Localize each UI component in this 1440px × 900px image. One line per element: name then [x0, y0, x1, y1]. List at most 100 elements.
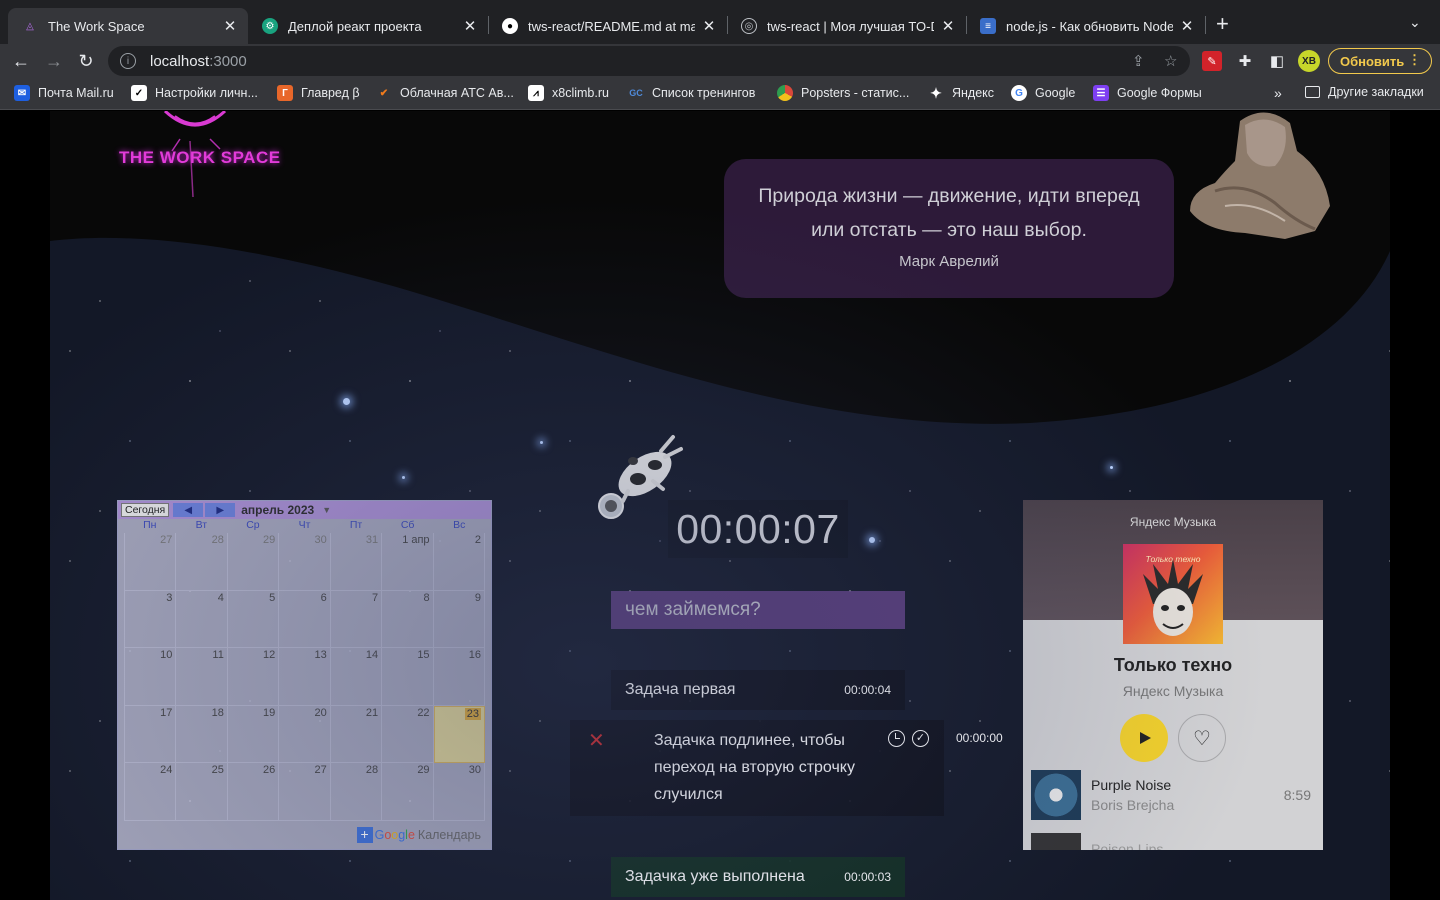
new-task-input[interactable]: чем займемся? — [611, 591, 905, 629]
tab-todo[interactable]: ◎ tws-react | Моя лучшая TO-DO ✕ — [727, 8, 966, 44]
calendar-day-number: 16 — [468, 649, 481, 662]
close-tab-icon[interactable]: ✕ — [462, 17, 478, 35]
calendar-today-button[interactable]: Сегодня — [121, 503, 170, 517]
bookmark-google[interactable]: G Google — [1011, 85, 1075, 101]
calendar-next-arrow-icon[interactable]: ▶ — [205, 503, 236, 517]
new-tab-icon[interactable]: + — [1216, 13, 1229, 35]
extensions-puzzle-icon[interactable]: ✚ — [1235, 51, 1255, 71]
track-row[interactable]: Poison Lips — [1031, 833, 1321, 850]
calendar-day-cell[interactable]: 12 — [227, 648, 280, 706]
calendar-day-cell[interactable]: 18 — [176, 705, 228, 764]
calendar-day-cell[interactable]: 29 — [382, 763, 434, 821]
calendar-day-cell[interactable]: 16 — [433, 648, 485, 706]
play-button[interactable] — [1120, 714, 1168, 762]
back-arrow-icon[interactable]: ← — [9, 49, 33, 73]
site-info-icon[interactable]: i — [120, 53, 136, 69]
calendar-day-number: 27 — [160, 534, 173, 546]
calendar-day-cell[interactable]: 27 — [125, 533, 177, 591]
calendar-day-cell[interactable]: 9 — [433, 590, 485, 649]
bookmark-x8climb[interactable]: ⩘ x8climb.ru — [528, 85, 609, 101]
bookmark-label: x8climb.ru — [552, 86, 609, 100]
calendar-day-cell[interactable]: 10 — [125, 648, 177, 706]
forward-arrow-icon[interactable]: → — [42, 49, 66, 73]
quote-text: Природа жизни — движение, идти вперед ил… — [724, 159, 1174, 247]
bookmark-trainings[interactable]: GC Список тренингов — [628, 85, 755, 101]
calendar-prev-arrow-icon[interactable]: ◀ — [173, 503, 204, 517]
update-button[interactable]: Обновить ⋮ — [1328, 48, 1432, 74]
calendar-day-cell[interactable]: 28 — [330, 763, 383, 821]
calendar-day-cell[interactable]: 23 — [433, 705, 485, 764]
tab-deploy[interactable]: ⚙ Деплой реакт проекта ✕ — [248, 8, 488, 44]
task-item-done[interactable]: Задачка уже выполнена 00:00:03 — [611, 857, 905, 897]
music-brand[interactable]: Яндекс Музыка — [1023, 515, 1323, 529]
calendar-day-cell[interactable]: 4 — [176, 590, 228, 649]
extension-red-icon[interactable]: ✎ — [1202, 51, 1222, 71]
calendar-day-cell[interactable]: 19 — [227, 705, 280, 764]
calendar-day-cell[interactable]: 2 — [433, 533, 485, 591]
calendar-day-cell[interactable]: 7 — [330, 590, 383, 649]
tab-separator — [1205, 16, 1206, 34]
calendar-day-cell[interactable]: 13 — [279, 648, 331, 706]
share-icon[interactable]: ⇪ — [1132, 52, 1145, 70]
close-tab-icon[interactable]: ✕ — [1179, 17, 1195, 35]
calendar-day-cell[interactable]: 27 — [279, 763, 331, 821]
calendar-day-cell[interactable]: 1 апр — [382, 533, 434, 591]
calendar-day-cell[interactable]: 15 — [382, 648, 434, 706]
calendar-day-cell[interactable]: 17 — [125, 705, 177, 764]
close-tab-icon[interactable]: ✕ — [222, 17, 238, 35]
tab-search-chevron-icon[interactable]: ⌄ — [1409, 14, 1421, 31]
bookmark-glavred[interactable]: Г Главред β — [277, 85, 360, 101]
close-tab-icon[interactable]: ✕ — [940, 17, 956, 35]
add-to-calendar-icon[interactable]: + — [356, 827, 373, 843]
bookmark-settings[interactable]: ✓ Настройки личн... — [131, 85, 258, 101]
calendar-day-cell[interactable]: 24 — [125, 763, 177, 821]
calendar-day-cell[interactable]: 22 — [382, 705, 434, 764]
delete-task-icon[interactable]: ✕ — [588, 728, 605, 753]
start-timer-clock-icon[interactable] — [888, 730, 905, 747]
track-name: Purple Noise — [1091, 777, 1172, 793]
more-bookmarks-icon[interactable]: » — [1274, 85, 1282, 101]
calendar-day-cell[interactable]: 25 — [176, 763, 228, 821]
calendar-day-cell[interactable]: 6 — [279, 590, 331, 649]
tab-nodejs[interactable]: ≡ node.js - Как обновить NodeJ ✕ — [966, 8, 1205, 44]
like-heart-icon[interactable]: ♡ — [1178, 714, 1226, 762]
calendar-day-cell[interactable]: 29 — [227, 533, 280, 591]
reload-icon[interactable]: ↻ — [74, 49, 98, 73]
calendar-day-cell[interactable]: 11 — [176, 648, 228, 706]
google-calendar-footer[interactable]: + Google Календарь — [356, 827, 481, 843]
calendar-day-cell[interactable]: 8 — [382, 590, 434, 649]
calendar-day-number: 10 — [160, 649, 173, 662]
bookmark-ats[interactable]: ✔ Облачная АТС Ав... — [376, 85, 514, 101]
bookmark-star-icon[interactable]: ☆ — [1164, 52, 1177, 70]
task-item-active[interactable]: ✕ Задачка подлинее, чтобы переход на вто… — [570, 720, 944, 816]
calendar-day-cell[interactable]: 14 — [330, 648, 383, 706]
bookmark-yandex[interactable]: ✦ Яндекс — [928, 85, 994, 101]
tab-title: tws-react/README.md at mast — [528, 18, 695, 34]
calendar-day-cell[interactable]: 20 — [279, 705, 331, 764]
calendar-day-cell[interactable]: 5 — [227, 590, 280, 649]
jester-face-image — [1143, 559, 1203, 636]
calendar-day-cell[interactable]: 26 — [227, 763, 280, 821]
bookmark-mail[interactable]: ✉ Почта Mail.ru — [14, 85, 114, 101]
calendar-day-cell[interactable]: 3 — [125, 590, 177, 649]
address-bar[interactable]: i localhost:3000 ⇪ ☆ — [108, 46, 1190, 76]
bookmark-google-forms[interactable]: ☰ Google Формы — [1093, 85, 1202, 101]
calendar-day-cell[interactable]: 28 — [176, 533, 228, 591]
playlist-cover-image[interactable]: Только техно — [1123, 544, 1223, 644]
calendar-dropdown-icon[interactable]: ▼ — [322, 505, 331, 515]
calendar-day-cell[interactable]: 30 — [433, 763, 485, 821]
other-bookmarks[interactable]: Другие закладки — [1305, 85, 1424, 99]
profile-avatar[interactable]: XB — [1298, 50, 1320, 72]
calendar-day-cell[interactable]: 21 — [330, 705, 383, 764]
bookmark-popsters[interactable]: Popsters - статис... — [777, 85, 909, 101]
complete-task-check-icon[interactable]: ✓ — [912, 730, 929, 747]
track-row[interactable]: Purple Noise Boris Brejcha 8:59 — [1031, 770, 1321, 820]
calendar-day-cell[interactable]: 30 — [279, 533, 331, 591]
tab-readme[interactable]: ● tws-react/README.md at mast ✕ — [488, 8, 727, 44]
kebab-menu-icon[interactable]: ⋮ — [1408, 52, 1421, 68]
task-item[interactable]: Задача первая 00:00:04 — [611, 670, 905, 710]
tab-the-work-space[interactable]: ◬ The Work Space ✕ — [8, 8, 248, 44]
side-panel-icon[interactable]: ◧ — [1267, 51, 1287, 71]
close-tab-icon[interactable]: ✕ — [701, 17, 717, 35]
calendar-day-cell[interactable]: 31 — [330, 533, 383, 591]
